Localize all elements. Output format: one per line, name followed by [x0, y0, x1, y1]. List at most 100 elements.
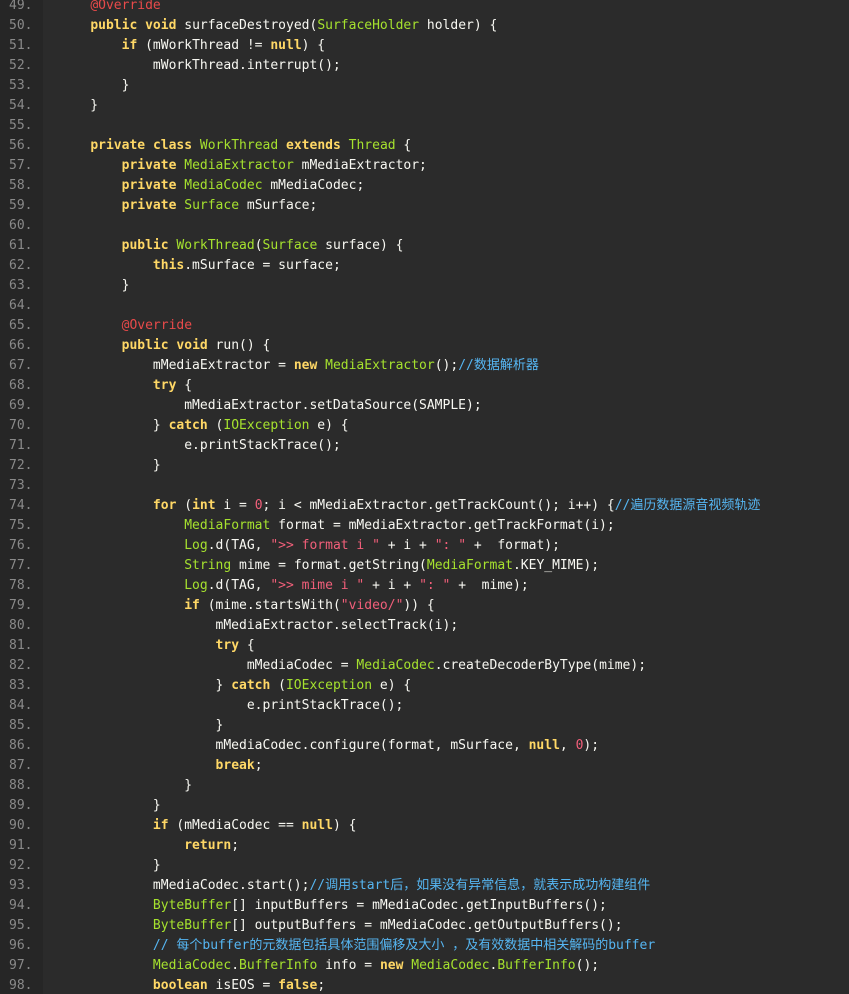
- code-line[interactable]: 54. }: [0, 96, 849, 116]
- line-number: 57.: [9, 158, 33, 173]
- code-line[interactable]: 73.: [0, 476, 849, 496]
- code-line[interactable]: 71. e.printStackTrace();: [0, 436, 849, 456]
- code-line[interactable]: 70. } catch (IOException e) {: [0, 416, 849, 436]
- line-code: for (int i = 0; i < mMediaExtractor.getT…: [59, 496, 760, 516]
- code-token: public: [90, 18, 138, 33]
- line-code: }: [59, 796, 161, 816]
- code-line[interactable]: 98. boolean isEOS = false;: [0, 976, 849, 994]
- line-number: 67.: [9, 358, 33, 373]
- code-line[interactable]: 92. }: [0, 856, 849, 876]
- code-line[interactable]: 59. private Surface mSurface;: [0, 196, 849, 216]
- code-token: // 每个buffer的元数据包括具体范围偏移及大小 ，及有效数据中相关解码的b…: [152, 938, 656, 953]
- code-line[interactable]: 49. @Override: [0, 0, 849, 16]
- code-line[interactable]: 64.: [0, 296, 849, 316]
- code-line[interactable]: 68. try {: [0, 376, 849, 396]
- code-area[interactable]: 49. @Override 50. public void surfaceDest…: [0, 0, 849, 994]
- code-line[interactable]: 55.: [0, 116, 849, 136]
- code-line[interactable]: 89. }: [0, 796, 849, 816]
- code-line[interactable]: 50. public void surfaceDestroyed(Surface…: [0, 16, 849, 36]
- code-line[interactable]: 81. try {: [0, 636, 849, 656]
- code-token: .createDecoderByType(mime);: [434, 658, 647, 673]
- code-line[interactable]: 67. mMediaExtractor = new MediaExtractor…: [0, 356, 849, 376]
- code-token: + i +: [379, 538, 435, 553]
- line-number: 53.: [9, 78, 33, 93]
- code-token: private: [121, 158, 177, 173]
- code-token: MediaExtractor: [325, 358, 435, 373]
- code-token: void: [176, 338, 208, 353]
- code-token: [] outputBuffers = mMediaCodec.getOutput…: [231, 918, 623, 933]
- code-editor[interactable]: 49. @Override 50. public void surfaceDest…: [0, 0, 849, 994]
- code-line[interactable]: 93. mMediaCodec.start();//调用start后，如果没有异…: [0, 876, 849, 896]
- code-line[interactable]: 86. mMediaCodec.configure(format, mSurfa…: [0, 736, 849, 756]
- code-line[interactable]: 84. e.printStackTrace();: [0, 696, 849, 716]
- code-token: mMediaCodec.start();: [59, 878, 310, 893]
- line-code: ByteBuffer[] outputBuffers = mMediaCodec…: [59, 916, 623, 936]
- line-code: Log.d(TAG, ">> mime i " + i + ": " + mim…: [59, 576, 528, 596]
- code-line[interactable]: 78. Log.d(TAG, ">> mime i " + i + ": " +…: [0, 576, 849, 596]
- code-line[interactable]: 75. MediaFormat format = mMediaExtractor…: [0, 516, 849, 536]
- code-token: surface) {: [317, 238, 404, 253]
- code-token: Thread: [348, 138, 396, 153]
- line-code: try {: [59, 636, 255, 656]
- line-code: @Override: [59, 0, 160, 16]
- code-line[interactable]: 60.: [0, 216, 849, 236]
- line-code: }: [59, 456, 161, 476]
- line-number: 55.: [9, 118, 33, 133]
- code-line[interactable]: 69. mMediaExtractor.setDataSource(SAMPLE…: [0, 396, 849, 416]
- code-line[interactable]: 56. private class WorkThread extends Thr…: [0, 136, 849, 156]
- code-line[interactable]: 88. }: [0, 776, 849, 796]
- code-line[interactable]: 58. private MediaCodec mMediaCodec;: [0, 176, 849, 196]
- code-line[interactable]: 83. } catch (IOException e) {: [0, 676, 849, 696]
- code-line[interactable]: 87. break;: [0, 756, 849, 776]
- code-token: ByteBuffer: [152, 918, 232, 933]
- code-token: IOException: [223, 418, 310, 433]
- code-line[interactable]: 51. if (mWorkThread != null) {: [0, 36, 849, 56]
- code-line[interactable]: 80. mMediaExtractor.selectTrack(i);: [0, 616, 849, 636]
- code-token: .d(TAG,: [207, 538, 271, 553]
- line-number: 87.: [9, 758, 33, 773]
- code-line[interactable]: 72. }: [0, 456, 849, 476]
- code-line[interactable]: 90. if (mMediaCodec == null) {: [0, 816, 849, 836]
- code-line[interactable]: 76. Log.d(TAG, ">> format i " + i + ": "…: [0, 536, 849, 556]
- code-token: }: [59, 278, 130, 293]
- code-line[interactable]: 79. if (mime.startsWith("video/")) {: [0, 596, 849, 616]
- line-number: 63.: [9, 278, 33, 293]
- code-token: run() {: [207, 338, 271, 353]
- code-token: MediaCodec: [411, 958, 490, 973]
- code-line[interactable]: 77. String mime = format.getString(Media…: [0, 556, 849, 576]
- code-token: (: [254, 238, 263, 253]
- code-line[interactable]: 52. mWorkThread.interrupt();: [0, 56, 849, 76]
- code-line[interactable]: 94. ByteBuffer[] inputBuffers = mMediaCo…: [0, 896, 849, 916]
- code-line[interactable]: 97. MediaCodec.BufferInfo info = new Med…: [0, 956, 849, 976]
- code-line[interactable]: 95. ByteBuffer[] outputBuffers = mMediaC…: [0, 916, 849, 936]
- code-token: }: [59, 418, 169, 433]
- code-line[interactable]: 53. }: [0, 76, 849, 96]
- code-line[interactable]: 65. @Override: [0, 316, 849, 336]
- line-code: mMediaCodec.configure(format, mSurface, …: [59, 736, 600, 756]
- code-line[interactable]: 74. for (int i = 0; i < mMediaExtractor.…: [0, 496, 849, 516]
- line-number: 78.: [9, 578, 33, 593]
- code-line[interactable]: 61. public WorkThread(Surface surface) {: [0, 236, 849, 256]
- code-line[interactable]: 82. mMediaCodec = MediaCodec.createDecod…: [0, 656, 849, 676]
- code-token: WorkThread: [199, 138, 279, 153]
- code-line[interactable]: 66. public void run() {: [0, 336, 849, 356]
- code-line[interactable]: 63. }: [0, 276, 849, 296]
- code-token: .d(TAG,: [207, 578, 271, 593]
- line-code: }: [59, 96, 98, 116]
- code-token: //数据解析器: [458, 358, 539, 373]
- code-token: .mSurface = surface;: [184, 258, 341, 273]
- code-line[interactable]: 85. }: [0, 716, 849, 736]
- code-line[interactable]: 96. // 每个buffer的元数据包括具体范围偏移及大小 ，及有效数据中相关…: [0, 936, 849, 956]
- code-line[interactable]: 62. this.mSurface = surface;: [0, 256, 849, 276]
- code-line[interactable]: 91. return;: [0, 836, 849, 856]
- line-number: 81.: [9, 638, 33, 653]
- code-line[interactable]: 57. private MediaExtractor mMediaExtract…: [0, 156, 849, 176]
